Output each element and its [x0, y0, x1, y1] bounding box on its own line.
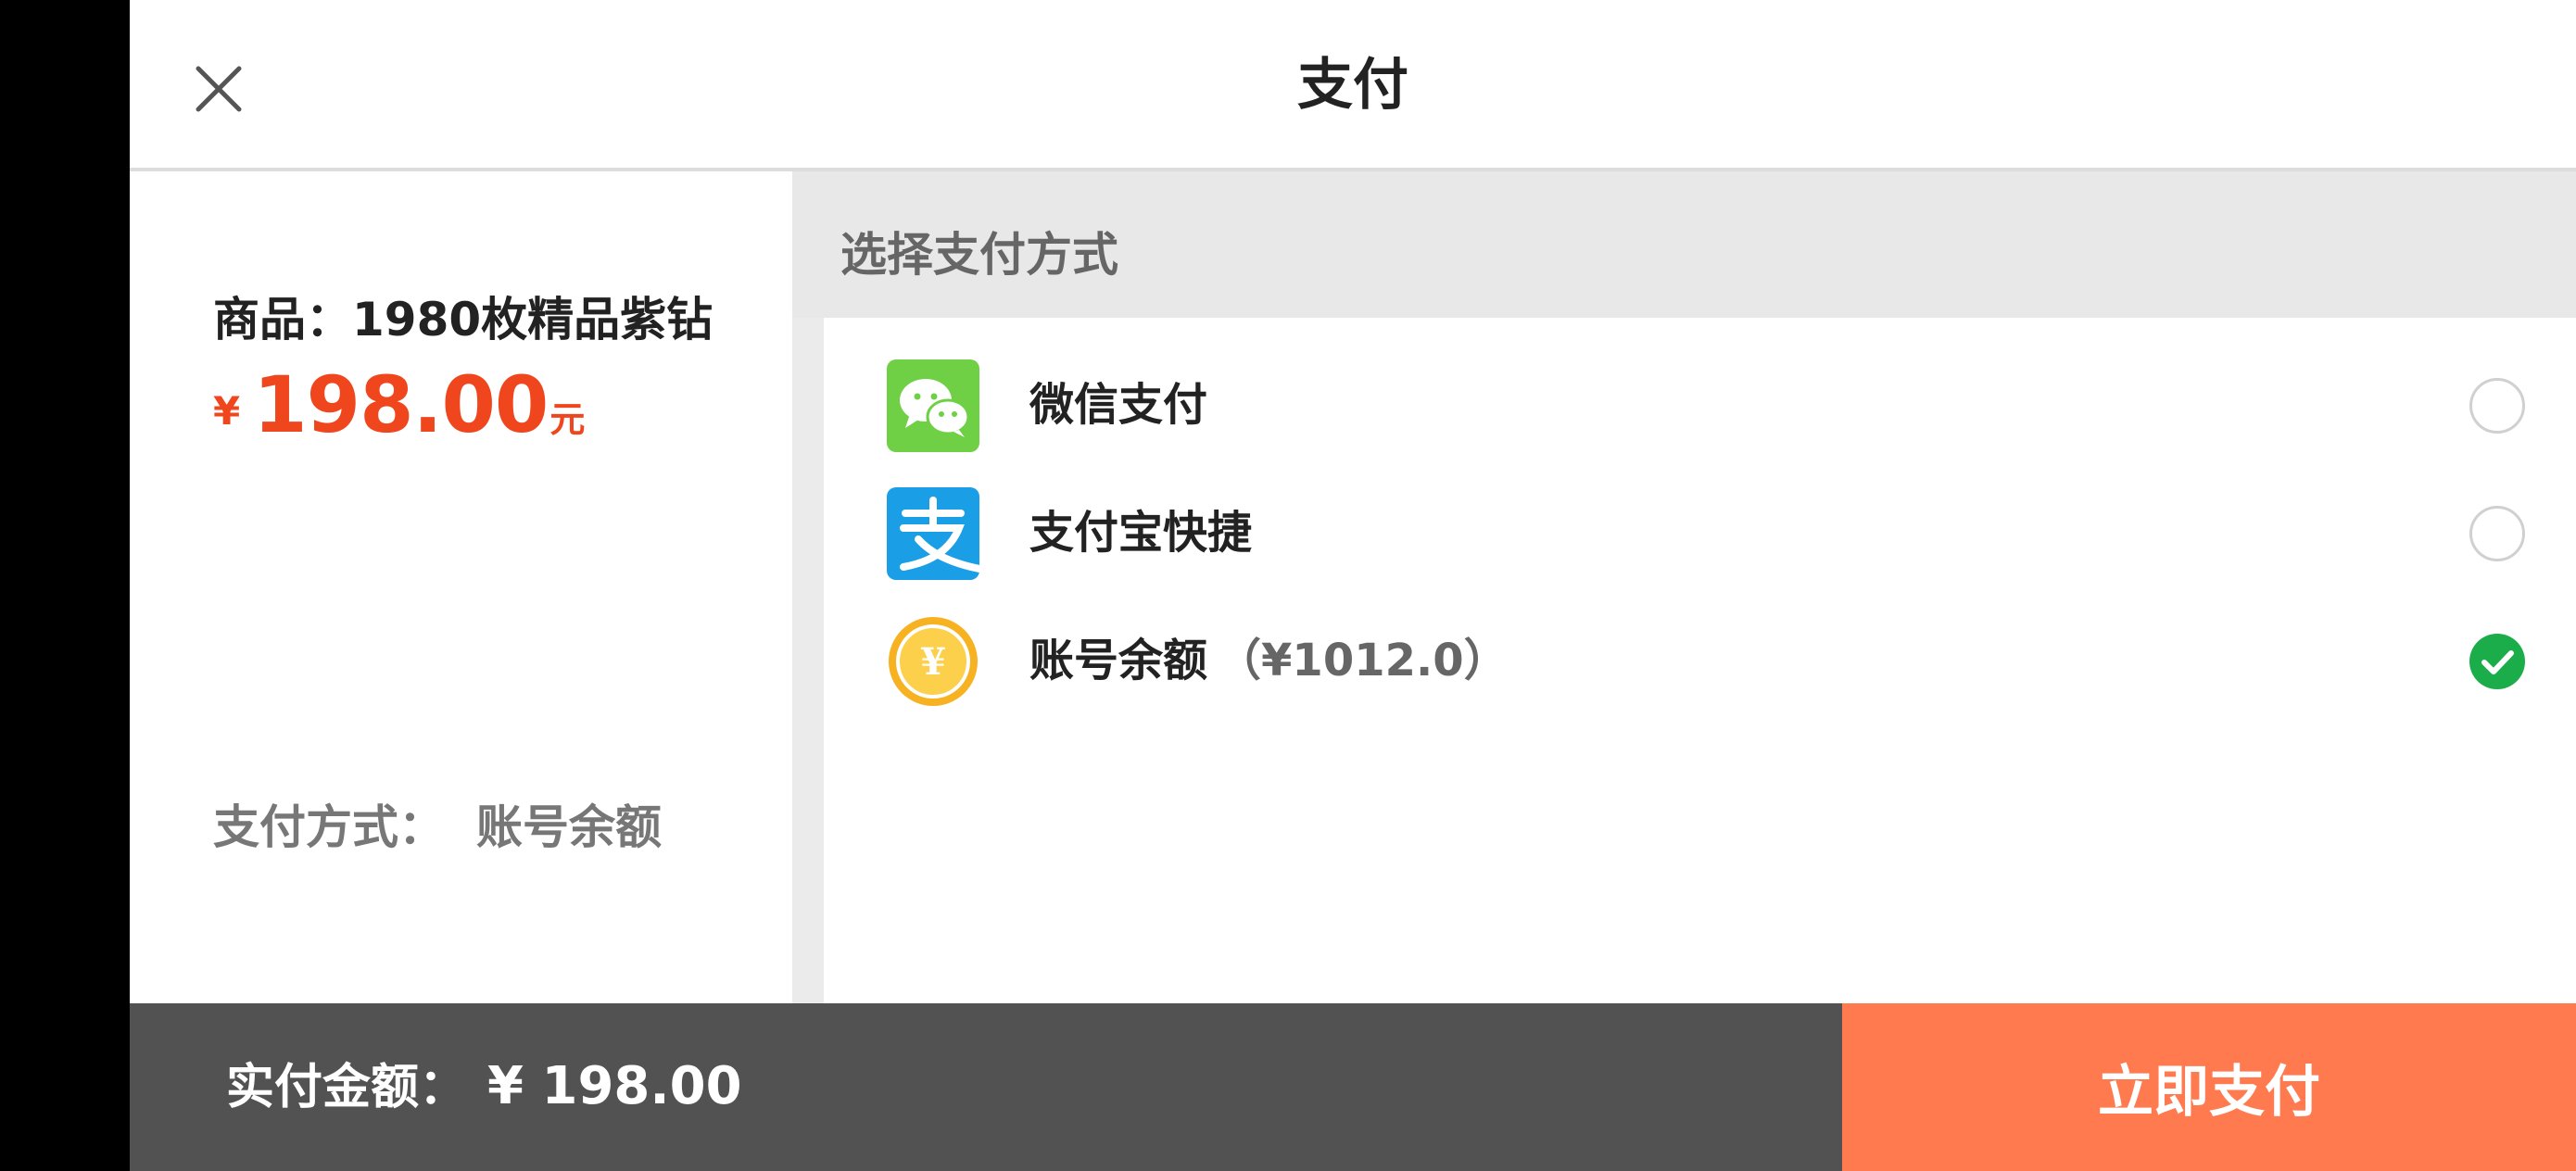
method-label-balance: 账号余额 （¥1012.0）: [1029, 631, 1509, 690]
radio-wechat[interactable]: [2469, 378, 2525, 434]
check-icon: [2481, 650, 2514, 674]
methods-heading-bar: 选择支付方式: [792, 171, 2576, 318]
methods-heading: 选择支付方式: [840, 228, 1118, 282]
method-name: 微信支付: [1029, 379, 1208, 431]
price-symbol: ¥: [213, 388, 241, 434]
product-name: 商品：1980枚精品紫钻: [213, 283, 713, 349]
wechat-pay-icon: [887, 359, 979, 452]
method-value: 账号余额: [476, 800, 662, 854]
svg-text:¥: ¥: [920, 640, 946, 684]
method-name: 账号余额: [1029, 635, 1208, 686]
methods-list: 微信支付 支付宝快捷 ¥ 账号余额 （¥1012.0）: [824, 318, 2576, 1003]
price-value: 198.00: [253, 359, 549, 450]
pay-now-button[interactable]: 立即支付: [1842, 1003, 2576, 1171]
radio-alipay[interactable]: [2469, 506, 2525, 561]
page-title: 支付: [1297, 53, 1408, 118]
payment-panel: 支付 商品：1980枚精品紫钻 ¥198.00元 支付方式： 账号余额 选择支付方…: [130, 0, 2576, 1171]
footer-total-bar: 实付金额： ¥ 198.00: [130, 1003, 1842, 1171]
product-value: 1980枚精品紫钻: [352, 293, 713, 346]
method-option-alipay[interactable]: 支付宝快捷: [824, 473, 2576, 594]
total-amount: 实付金额： ¥ 198.00: [226, 1057, 742, 1117]
header-bar: 支付: [130, 0, 2576, 171]
method-label-wechat: 微信支付: [1029, 375, 1207, 434]
order-summary: 商品：1980枚精品紫钻 ¥198.00元 支付方式： 账号余额: [130, 171, 792, 1003]
price-unit: 元: [549, 399, 586, 440]
radio-balance[interactable]: [2469, 634, 2525, 689]
product-price: ¥198.00元: [213, 366, 585, 444]
method-label: 支付方式：: [213, 800, 445, 854]
product-label: 商品：: [213, 293, 352, 346]
payment-methods: 选择支付方式 微信支付 支付宝快捷 ¥ 账号余额 （¥1012.0）: [792, 171, 2576, 1003]
method-option-balance[interactable]: ¥ 账号余额 （¥1012.0）: [824, 601, 2576, 722]
method-name: 支付宝快捷: [1029, 507, 1253, 559]
balance-amount: （¥1012.0）: [1217, 635, 1509, 686]
method-label-alipay: 支付宝快捷: [1029, 503, 1252, 562]
selected-method: 支付方式： 账号余额: [213, 790, 662, 857]
method-option-wechat[interactable]: 微信支付: [824, 346, 2576, 466]
total-value: ¥ 198.00: [487, 1056, 742, 1116]
total-label: 实付金额：: [226, 1060, 468, 1115]
coin-balance-icon: ¥: [889, 617, 978, 706]
alipay-icon: [887, 487, 979, 580]
